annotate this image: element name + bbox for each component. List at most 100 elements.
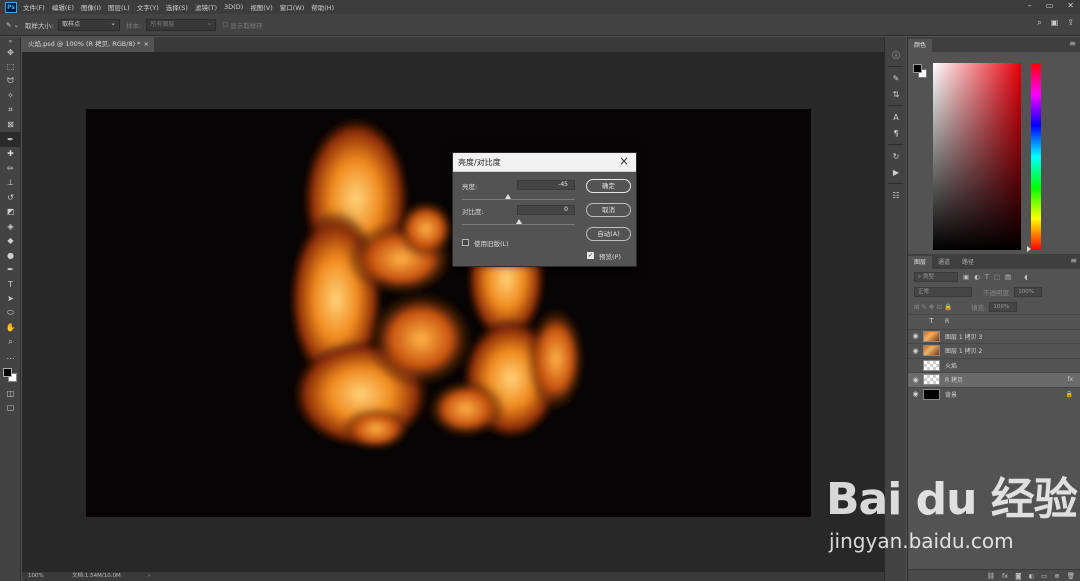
close-icon[interactable]: ✕	[1067, 1, 1074, 10]
zoom-tool-icon[interactable]: ⌕	[0, 335, 21, 350]
layer-kind-filter[interactable]: ⌕ 类型	[914, 271, 958, 282]
menu-window[interactable]: 窗口(W)	[280, 2, 305, 12]
new-group-icon[interactable]: ▭	[1041, 572, 1047, 580]
close-icon[interactable]: ×	[619, 154, 629, 168]
brightness-slider-track[interactable]	[462, 199, 575, 200]
clone-stamp-tool-icon[interactable]: ⊥	[0, 176, 21, 191]
zoom-level[interactable]: 100%	[28, 572, 44, 581]
layer-row[interactable]: ◉ 图层 1 拷贝 2	[908, 343, 1080, 358]
dialog-title-bar[interactable]: 亮度/对比度 ×	[453, 153, 636, 172]
menu-edit[interactable]: 编辑(E)	[52, 2, 74, 12]
panel-menu-icon[interactable]: ≡	[1069, 39, 1076, 48]
menu-image[interactable]: 图像(I)	[81, 2, 101, 12]
filter-toggle-icon[interactable]: ◖	[1024, 273, 1027, 281]
brush-settings-icon[interactable]: ✎	[885, 70, 907, 86]
pen-tool-icon[interactable]: ✒	[0, 263, 21, 278]
ok-button[interactable]: 确定	[586, 179, 631, 193]
layer-row[interactable]: T R	[908, 314, 1080, 329]
libraries-icon[interactable]: ☷	[885, 187, 907, 203]
new-layer-icon[interactable]: ⊕	[1054, 572, 1059, 580]
tab-channels[interactable]: 通道	[932, 256, 956, 269]
blend-mode-select[interactable]: 正常	[914, 286, 972, 297]
eraser-tool-icon[interactable]: ◩	[0, 205, 21, 220]
tab-layers[interactable]: 图层	[908, 256, 933, 269]
sample-size-select[interactable]: 取样点	[58, 18, 121, 31]
lasso-tool-icon[interactable]: ᗢ	[0, 74, 21, 89]
character-icon[interactable]: A	[885, 109, 907, 125]
preview-checkbox[interactable]: ✓	[587, 252, 594, 259]
layer-row[interactable]: ◉ 背景 🔒	[908, 386, 1080, 402]
eye-icon[interactable]: ◉	[908, 390, 923, 398]
workspace-icon[interactable]: ▣	[1051, 18, 1059, 28]
hue-slider-marker[interactable]	[1027, 246, 1031, 252]
layer-row[interactable]: ◉ 图层 1 拷贝 3	[908, 328, 1080, 344]
use-legacy-checkbox[interactable]	[462, 239, 469, 246]
frame-tool-icon[interactable]: ⊠	[0, 118, 21, 133]
eyedropper-tool-icon[interactable]: ✒	[0, 132, 21, 147]
eye-icon[interactable]: ◉	[908, 332, 923, 340]
paragraph-icon[interactable]: ¶	[885, 125, 907, 141]
magic-wand-tool-icon[interactable]: ✧	[0, 89, 21, 104]
marquee-tool-icon[interactable]: ⬚	[0, 60, 21, 75]
crop-tool-icon[interactable]: ⌗	[0, 103, 21, 118]
menu-view[interactable]: 视图(V)	[250, 2, 273, 12]
brightness-input[interactable]: -45	[517, 180, 575, 190]
history-icon[interactable]: ↻	[885, 148, 907, 164]
auto-button[interactable]: 自动(A)	[586, 227, 631, 241]
delete-layer-icon[interactable]: 🗑	[1067, 572, 1075, 580]
eyedropper-tool-icon[interactable]: ✎ ⌄	[6, 21, 19, 29]
filter-adjustment-icon[interactable]: ◐	[974, 273, 980, 281]
tab-paths[interactable]: 路径	[956, 256, 980, 269]
history-brush-tool-icon[interactable]: ↺	[0, 190, 21, 205]
info-icon[interactable]: ⓘ	[885, 47, 907, 63]
tab-color[interactable]: 颜色	[908, 39, 933, 52]
share-icon[interactable]: ⇪	[1067, 18, 1074, 28]
brightness-slider-thumb[interactable]	[505, 194, 512, 199]
healing-brush-tool-icon[interactable]: ✚	[0, 147, 21, 162]
search-icon[interactable]: ⌕	[1037, 18, 1041, 28]
foreground-color-swatch[interactable]	[3, 368, 12, 377]
status-menu-icon[interactable]: ›	[148, 572, 150, 581]
filter-shape-icon[interactable]: ⬚	[994, 273, 1000, 281]
filter-type-icon[interactable]: T	[985, 273, 989, 281]
link-layers-icon[interactable]: ⛓	[987, 572, 995, 580]
contrast-input[interactable]: 0	[517, 205, 575, 215]
opacity-input[interactable]: 100%	[1014, 286, 1043, 297]
minimize-icon[interactable]: –	[1028, 1, 1032, 10]
add-mask-icon[interactable]: ◙	[1015, 572, 1021, 580]
color-picker-field[interactable]	[933, 63, 1021, 250]
filter-smart-object-icon[interactable]: ▤	[1005, 273, 1011, 281]
path-selection-tool-icon[interactable]: ➤	[0, 292, 21, 307]
document-tab[interactable]: 火焰.psd @ 100% (R 拷贝, RGB/8) * ×	[22, 37, 154, 52]
menu-file[interactable]: 文件(F)	[23, 2, 45, 12]
actions-icon[interactable]: ▶	[885, 164, 907, 180]
layer-row-selected[interactable]: ◉ R 拷贝 fx	[908, 372, 1080, 387]
screen-mode-icon[interactable]: ▢	[0, 401, 21, 416]
fill-input[interactable]: 100%	[989, 301, 1018, 312]
type-tool-icon[interactable]: T	[0, 277, 21, 292]
new-adjustment-icon[interactable]: ◐	[1028, 572, 1034, 580]
cancel-button[interactable]: 取消	[586, 203, 631, 217]
contrast-slider-thumb[interactable]	[515, 219, 522, 224]
layer-row[interactable]: 火焰	[908, 357, 1080, 373]
color-swatches[interactable]	[0, 364, 21, 386]
menu-type[interactable]: 文字(Y)	[137, 2, 159, 12]
maximize-icon[interactable]: ▭	[1046, 1, 1054, 10]
eye-icon[interactable]: ◉	[908, 347, 923, 355]
hue-slider[interactable]	[1031, 63, 1041, 250]
foreground-color-swatch[interactable]	[913, 64, 922, 73]
show-ring-checkbox[interactable]: ☐	[222, 21, 228, 29]
canvas-workspace[interactable]	[22, 52, 884, 572]
brush-tool-icon[interactable]: ✏	[0, 161, 21, 176]
shape-tool-icon[interactable]: ⬭	[0, 306, 21, 321]
add-style-icon[interactable]: fx	[1002, 572, 1008, 580]
menu-layer[interactable]: 图层(L)	[108, 2, 130, 12]
fx-badge[interactable]: fx	[1067, 376, 1073, 383]
sample-select[interactable]: 所有图层	[146, 18, 217, 31]
contrast-slider-track[interactable]	[462, 224, 575, 225]
toolbar-collapse-icon[interactable]: »	[0, 37, 21, 45]
more-tools-icon[interactable]: …	[0, 350, 21, 365]
filter-pixel-icon[interactable]: ▣	[963, 273, 969, 281]
eye-icon[interactable]: ◉	[908, 376, 923, 384]
paint-bucket-tool-icon[interactable]: ◈	[0, 219, 21, 234]
